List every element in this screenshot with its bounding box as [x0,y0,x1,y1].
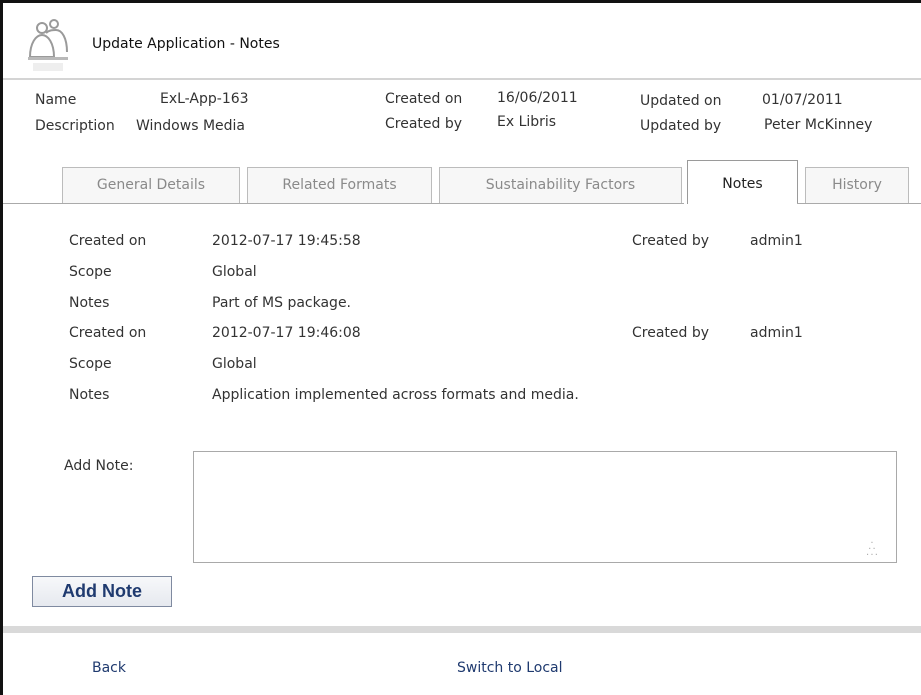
description-label: Description [35,118,115,134]
created-by-value: Ex Libris [497,114,557,130]
updated-on-label: Updated on [640,93,722,109]
tab-history[interactable]: History [805,167,909,203]
note-created-by-value: admin1 [750,325,803,341]
switch-to-local-link[interactable]: Switch to Local [457,660,563,676]
tab-notes[interactable]: Notes [687,160,798,205]
application-users-icon [28,19,68,71]
note-created-on-label: Created on [69,325,147,341]
tab-general-details[interactable]: General Details [62,167,240,203]
add-note-button[interactable]: Add Note [32,576,172,607]
note-created-on-value: 2012-07-17 19:46:08 [212,325,361,341]
note-text: Part of MS package. [212,295,352,311]
description-value: Windows Media [136,118,245,134]
tab-related-formats[interactable]: Related Formats [247,167,432,203]
note-notes-label: Notes [69,295,110,311]
add-note-textarea[interactable] [193,451,897,563]
note-notes-label: Notes [69,387,110,403]
updated-by-value: Peter McKinney [764,117,873,133]
note-created-by-label: Created by [632,325,710,341]
resize-grip-icon[interactable]: . . .. . . [866,536,884,558]
note-scope-value: Global [212,264,257,280]
footer-separator [3,626,921,633]
note-scope-label: Scope [69,356,112,372]
updated-on-value: 01/07/2011 [762,92,843,108]
created-on-label: Created on [385,91,463,107]
note-created-on-label: Created on [69,233,147,249]
note-created-by-label: Created by [632,233,710,249]
created-on-value: 16/06/2011 [497,90,578,106]
add-note-label: Add Note: [64,458,134,474]
window-header: Update Application - Notes [3,3,921,80]
back-link[interactable]: Back [92,660,126,676]
created-by-label: Created by [385,116,463,132]
note-scope-value: Global [212,356,257,372]
tab-sustainability-factors[interactable]: Sustainability Factors [439,167,682,203]
name-value: ExL-App-163 [160,91,249,107]
window-title: Update Application - Notes [92,36,280,52]
note-created-on-value: 2012-07-17 19:45:58 [212,233,361,249]
note-created-by-value: admin1 [750,233,803,249]
note-scope-label: Scope [69,264,112,280]
updated-by-label: Updated by [640,118,722,134]
note-text: Application implemented across formats a… [212,387,579,403]
tab-bar: General Details Related Formats Sustaina… [3,160,921,205]
name-label: Name [35,92,77,108]
